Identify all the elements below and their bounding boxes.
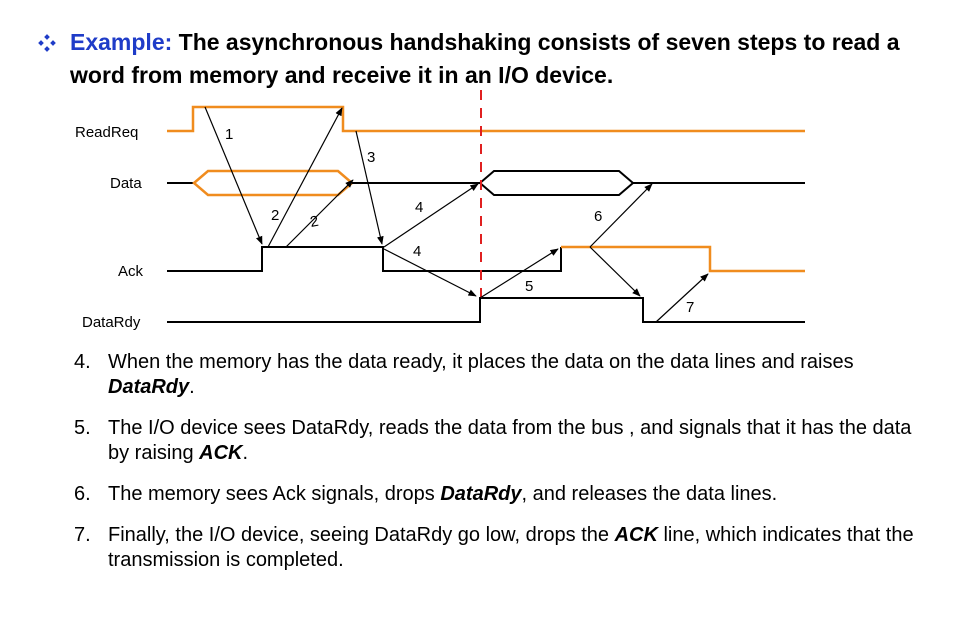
step-text: The memory sees Ack signals, drops xyxy=(108,483,441,505)
step-tail: , and releases the data lines. xyxy=(521,483,778,505)
arrow-6b xyxy=(589,246,641,297)
step-number: 4. xyxy=(74,351,91,373)
readreq-label: ReadReq xyxy=(75,124,138,141)
arrow-5 xyxy=(479,248,559,299)
arrow-1 xyxy=(204,106,263,245)
steps-list: 4. When the memory has the data ready, it… xyxy=(74,350,934,589)
step-number: 7. xyxy=(74,524,91,546)
arrow-4a xyxy=(383,183,479,248)
arrow-label-4a: 4 xyxy=(415,199,423,216)
step-number: 5. xyxy=(74,417,91,439)
readreq-waveform xyxy=(167,105,805,133)
ack-label: Ack xyxy=(118,263,144,280)
arrow-label-2a: 2 xyxy=(271,207,279,224)
step-item: 7. Finally, the I/O device, seeing DataRd… xyxy=(74,523,934,573)
arrow-label-1: 1 xyxy=(225,126,233,143)
arrow-label-3: 3 xyxy=(367,149,375,166)
arrow-3 xyxy=(355,130,384,245)
arrow-2b xyxy=(285,179,354,248)
step-emphasis: DataRdy xyxy=(108,376,190,398)
data-label: Data xyxy=(110,175,142,192)
arrow-label-5: 5 xyxy=(525,278,533,295)
arrow-2a xyxy=(267,107,343,248)
step-number: 6. xyxy=(74,483,91,505)
arrow-7 xyxy=(655,273,709,323)
step-emphasis: DataRdy xyxy=(440,483,522,505)
step-text: When the memory has the data ready, it p… xyxy=(108,351,854,373)
datardy-waveform xyxy=(167,297,805,323)
data-waveform xyxy=(167,169,805,197)
step-emphasis: ACK xyxy=(614,524,658,546)
arrow-4b xyxy=(383,248,477,297)
datardy-label: DataRdy xyxy=(82,314,141,331)
arrow-label-6: 6 xyxy=(594,208,602,225)
arrow-label-4b: 4 xyxy=(413,243,421,260)
step-tail: . xyxy=(242,442,249,464)
step-item: 4. When the memory has the data ready, it… xyxy=(74,350,934,400)
step-item: 5. The I/O device sees DataRdy, reads the… xyxy=(74,416,934,466)
step-text: Finally, the I/O device, seeing DataRdy … xyxy=(108,524,615,546)
arrow-label-7: 7 xyxy=(686,299,694,316)
ack-waveform xyxy=(167,245,805,273)
step-emphasis: ACK xyxy=(199,442,243,464)
step-item: 6. The memory sees Ack signals, drops Dat… xyxy=(74,482,934,507)
step-tail: . xyxy=(189,376,195,398)
